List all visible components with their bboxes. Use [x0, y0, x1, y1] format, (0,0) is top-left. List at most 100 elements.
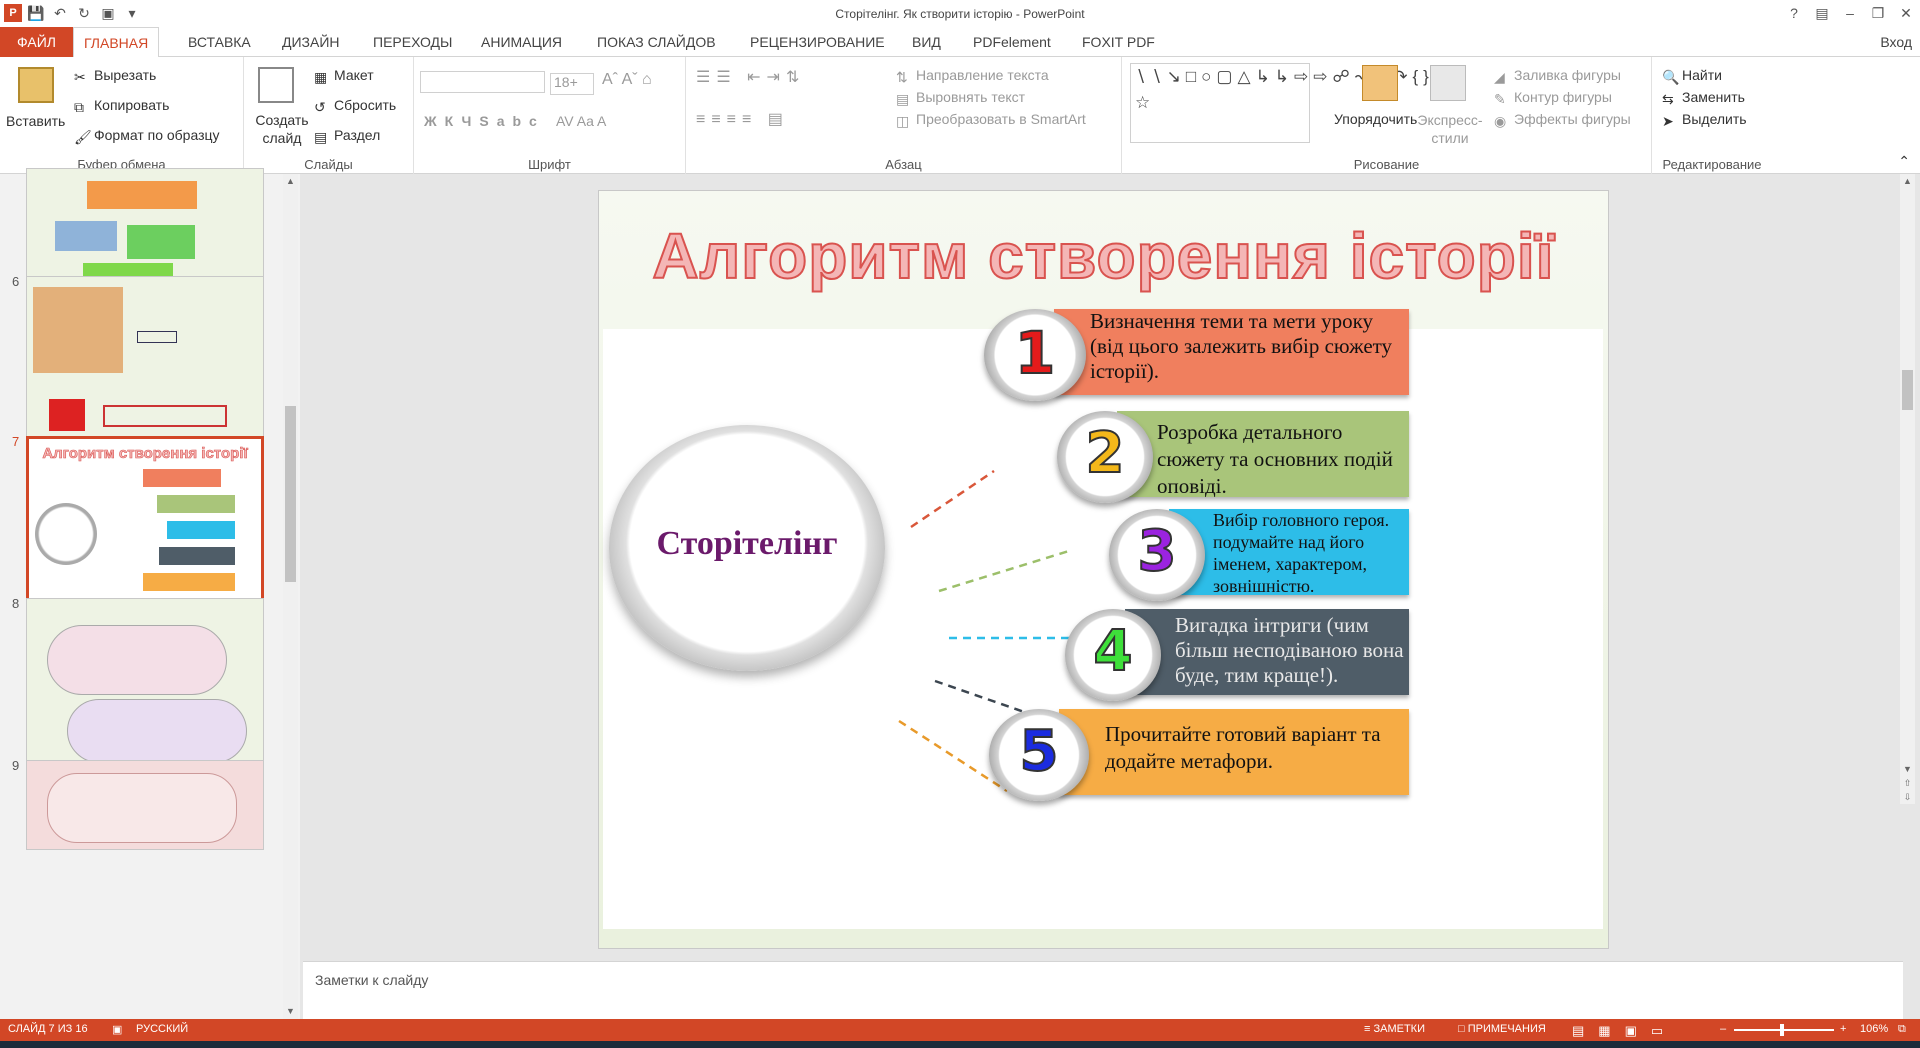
thumbnail-slide-9[interactable]: [26, 760, 264, 850]
thumbnail-scrollbar[interactable]: ▲ ▼: [283, 174, 298, 1019]
shape-fill-button[interactable]: ◢ Заливка фигуры: [1494, 67, 1621, 85]
copy-button[interactable]: ⧉ Копировать: [74, 97, 169, 115]
tab-pdfelement[interactable]: PDFelement: [963, 27, 1061, 57]
fit-slide-icon[interactable]: ⧉: [1898, 1023, 1906, 1036]
replace-button[interactable]: ⇆ Заменить: [1662, 89, 1745, 107]
tab-animation[interactable]: АНИМАЦИЯ: [471, 27, 572, 57]
tab-file[interactable]: ФАЙЛ: [0, 27, 73, 57]
help-icon[interactable]: ?: [1780, 0, 1808, 27]
zoom-slider[interactable]: [1734, 1029, 1834, 1031]
shape-outline-button[interactable]: ✎ Контур фигуры: [1494, 89, 1612, 107]
sign-in-link[interactable]: Вход: [1880, 27, 1912, 58]
thumbnail-slide-7[interactable]: Алгоритм створення історії: [26, 436, 264, 620]
font-style-buttons[interactable]: ЖКЧSabc: [424, 113, 545, 129]
step-number-circle: 2: [1057, 411, 1153, 503]
tab-review[interactable]: РЕЦЕНЗИРОВАНИЕ: [740, 27, 895, 57]
ribbon-display-icon[interactable]: ▤: [1808, 0, 1836, 27]
step-4[interactable]: 4 Вигадка інтриги (чим більш несподівано…: [1065, 609, 1409, 711]
scissors-icon: ✂: [74, 69, 86, 85]
shapes-gallery[interactable]: ∖∖↘□○▢△↳↳⇨⇨☍↝↶↷{}☆: [1130, 63, 1429, 143]
format-painter-button[interactable]: 🖌 Формат по образцу: [74, 127, 220, 145]
cut-button[interactable]: ✂ Вырезать: [74, 67, 157, 85]
step-5[interactable]: 5 Прочитайте готовий варіант та додайте …: [989, 709, 1409, 811]
step-3[interactable]: 3 Вибір головного героя. подумайте над й…: [1109, 509, 1409, 611]
tab-view[interactable]: ВИД: [902, 27, 951, 57]
find-button[interactable]: 🔍 Найти: [1662, 67, 1722, 85]
list-buttons[interactable]: ☰☰ ⇤⇥⇅: [696, 67, 805, 87]
align-buttons[interactable]: ≡≡≡≡ ▤: [696, 109, 789, 129]
arrange-button[interactable]: Упорядочить: [1334, 111, 1417, 127]
grow-font-icon[interactable]: Aˆ Aˇ ⌂: [602, 71, 652, 89]
quick-styles-icon: [1430, 65, 1466, 101]
thumb7-title: Алгоритм створення історії: [42, 445, 248, 463]
section-icon: ▤: [314, 129, 328, 145]
section-button[interactable]: ▤ Раздел: [314, 127, 380, 145]
step-1[interactable]: 1 Визначення теми та мети уроку (від цьо…: [984, 309, 1409, 411]
slide-scrollbar[interactable]: ▲ ▼ ⇧ ⇩: [1900, 174, 1915, 804]
char-spacing-icon[interactable]: AV Aa A: [556, 113, 606, 129]
step-text: Вибір головного героя. подумайте над йог…: [1213, 510, 1390, 596]
notes-pane[interactable]: Заметки к слайду: [303, 961, 1903, 1019]
format-painter-label: Формат по образцу: [94, 127, 220, 143]
find-label: Найти: [1682, 67, 1722, 83]
collapse-ribbon-icon[interactable]: ⌃: [1898, 153, 1910, 170]
minimize-icon[interactable]: –: [1836, 0, 1864, 27]
select-button[interactable]: ➤ Выделить: [1662, 111, 1747, 129]
zoom-in-icon[interactable]: +: [1840, 1023, 1846, 1035]
text-direction-button[interactable]: ⇅ Направление текста: [896, 67, 1049, 85]
prev-slide-icon[interactable]: ⇧: [1902, 778, 1913, 789]
layout-button[interactable]: ▦ Макет: [314, 67, 374, 85]
copy-icon: ⧉: [74, 99, 84, 115]
clipboard-group: Вставить ✂ Вырезать ⧉ Копировать 🖌 Формат п…: [0, 57, 244, 174]
storytelling-hub[interactable]: Сторітелінг: [609, 425, 885, 671]
zoom-level[interactable]: 106%: [1860, 1023, 1888, 1035]
scroll-up-icon[interactable]: ▲: [285, 176, 296, 187]
paste-button[interactable]: Вставить: [6, 113, 65, 129]
step-number-circle: 5: [989, 709, 1089, 801]
hub-label: Сторітелінг: [656, 525, 838, 562]
tab-foxit-pdf[interactable]: FOXIT PDF: [1072, 27, 1165, 57]
thumb8-cloud: [47, 625, 227, 695]
status-bar: СЛАЙД 7 ИЗ 16 ▣ РУССКИЙ ≡ ЗАМЕТКИ □ ПРИМ…: [0, 1019, 1920, 1041]
zoom-slider-thumb[interactable]: [1780, 1024, 1784, 1036]
thumb6-picture: [33, 287, 123, 373]
tab-insert[interactable]: ВСТАВКА: [178, 27, 261, 57]
new-slide-button[interactable]: Создать слайд: [252, 111, 312, 147]
reset-button[interactable]: ↺ Сбросить: [314, 97, 396, 115]
drawing-group: ∖∖↘□○▢△↳↳⇨⇨☍↝↶↷{}☆ Упорядочить Экспресс-…: [1122, 57, 1652, 174]
thumbnail-number: 9: [12, 758, 20, 773]
thumbnail-scroll-thumb[interactable]: [285, 406, 296, 582]
thumbnail-slide-8[interactable]: [26, 598, 264, 776]
comments-toggle[interactable]: □ ПРИМЕЧАНИЯ: [1458, 1023, 1546, 1035]
tab-transitions[interactable]: ПЕРЕХОДЫ: [363, 27, 462, 57]
smartart-button[interactable]: ◫ Преобразовать в SmartArt: [896, 111, 1086, 129]
tab-home[interactable]: ГЛАВНАЯ: [73, 27, 160, 58]
quick-styles-button[interactable]: Экспресс-стили: [1416, 111, 1484, 147]
scroll-up-icon[interactable]: ▲: [1902, 176, 1913, 187]
slide-scroll-thumb[interactable]: [1902, 370, 1913, 410]
tab-design[interactable]: ДИЗАЙН: [272, 27, 350, 57]
step-2[interactable]: 2 Розробка детального сюжету та основних…: [1057, 411, 1409, 513]
font-size-input[interactable]: 18+: [550, 73, 594, 95]
spellcheck-icon[interactable]: ▣: [112, 1023, 122, 1036]
scroll-down-icon[interactable]: ▼: [285, 1006, 296, 1017]
font-name-input[interactable]: [420, 71, 545, 93]
step-number: 4: [1093, 618, 1134, 685]
scroll-down-icon[interactable]: ▼: [1902, 764, 1913, 775]
slide-counter: СЛАЙД 7 ИЗ 16: [8, 1023, 88, 1035]
zoom-out-icon[interactable]: –: [1720, 1023, 1726, 1035]
thumbnail-slide-6[interactable]: [26, 276, 264, 452]
language-indicator[interactable]: РУССКИЙ: [136, 1023, 188, 1035]
close-icon[interactable]: ✕: [1892, 0, 1920, 27]
view-buttons[interactable]: ▤▦▣▭: [1572, 1023, 1677, 1039]
notes-toggle[interactable]: ≡ ЗАМЕТКИ: [1364, 1023, 1425, 1035]
tab-slideshow[interactable]: ПОКАЗ СЛАЙДОВ: [587, 27, 726, 57]
binoculars-icon: 🔍: [1662, 69, 1680, 85]
current-slide[interactable]: Алгоритм створення історії Сторітелінг 1…: [598, 190, 1609, 949]
cut-label: Вырезать: [94, 67, 157, 83]
step-number-circle: 1: [984, 309, 1086, 401]
align-text-button[interactable]: ▤ Выровнять текст: [896, 89, 1025, 107]
restore-icon[interactable]: ❐: [1864, 0, 1892, 27]
next-slide-icon[interactable]: ⇩: [1902, 792, 1913, 803]
shape-effects-button[interactable]: ◉ Эффекты фигуры: [1494, 111, 1631, 129]
